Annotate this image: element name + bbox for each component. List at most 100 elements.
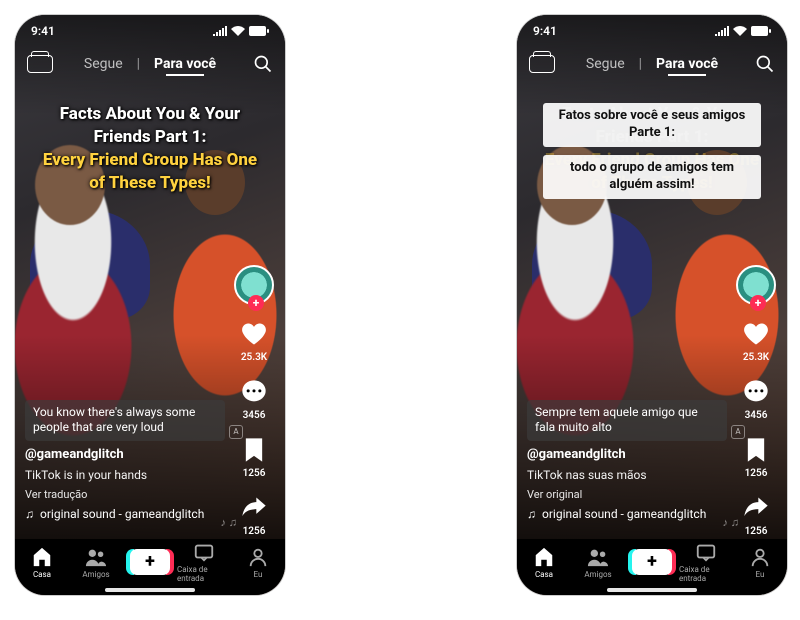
nav-profile[interactable]: Eu <box>231 539 285 585</box>
signal-icon <box>213 26 227 36</box>
like-button[interactable]: 25.3K <box>741 319 771 363</box>
share-count: 1256 <box>745 526 768 537</box>
nav-home[interactable]: Casa <box>15 539 69 585</box>
comment-icon <box>239 377 269 407</box>
video-subtitle: You know there's always some people that… <box>25 400 225 441</box>
bottom-nav: Casa Amigos + Caixa de entrada Eu <box>517 539 787 595</box>
status-bar: 9:41 <box>517 21 787 41</box>
nav-friends[interactable]: Amigos <box>69 539 123 585</box>
plus-icon: + <box>130 549 170 575</box>
caption-block: Sempre tem aquele amigo que fala muito a… <box>527 400 727 521</box>
comment-button[interactable]: 3456 <box>741 377 771 421</box>
share-button[interactable]: 1256 <box>239 493 269 537</box>
nav-create[interactable]: + <box>123 539 177 585</box>
battery-icon <box>751 26 771 36</box>
wifi-icon <box>231 26 245 36</box>
profile-icon <box>749 546 771 568</box>
home-icon <box>533 546 555 568</box>
sound-link[interactable]: ♫ original sound - gameandglitch <box>527 507 727 521</box>
home-indicator <box>607 588 697 592</box>
profile-icon <box>247 546 269 568</box>
video-description: TikTok is in your hands <box>25 468 225 482</box>
caption-toggle-icon[interactable]: A <box>229 425 243 439</box>
video-overlay-text: Facts About You & Your Friends Part 1: E… <box>15 103 285 195</box>
nav-profile[interactable]: Eu <box>733 539 787 585</box>
overlay-line2: Every Friend Group Has One of These Type… <box>33 149 267 195</box>
comment-icon <box>741 377 771 407</box>
video-description: TikTok nas suas mãos <box>527 468 727 482</box>
tab-for-you[interactable]: Para você <box>656 56 718 72</box>
share-count: 1256 <box>243 526 266 537</box>
translated-caption-2: todo o grupo de amigos tem alguém assim! <box>543 155 761 199</box>
tab-for-you[interactable]: Para você <box>154 56 216 72</box>
search-icon[interactable] <box>253 54 273 74</box>
like-count: 25.3K <box>241 352 267 363</box>
status-time: 9:41 <box>533 24 557 38</box>
save-count: 1256 <box>745 468 768 479</box>
author-handle[interactable]: @gameandglitch <box>527 447 727 462</box>
comment-count: 3456 <box>745 410 768 421</box>
comment-count: 3456 <box>243 410 266 421</box>
signal-icon <box>715 26 729 36</box>
share-icon <box>741 493 771 523</box>
overlay-line1: Facts About You & Your Friends Part 1: <box>33 103 267 149</box>
nav-friends[interactable]: Amigos <box>571 539 625 585</box>
comment-button[interactable]: 3456 <box>239 377 269 421</box>
bottom-nav: Casa Amigos + Caixa de entrada Eu <box>15 539 285 595</box>
status-icons <box>715 26 771 36</box>
tab-separator: | <box>137 56 140 72</box>
battery-icon <box>249 26 269 36</box>
phone-mockup-translated: 9:41 Segue | Para você Facts About You &… <box>517 15 787 595</box>
status-time: 9:41 <box>31 24 55 38</box>
status-icons <box>213 26 269 36</box>
sound-name: original sound - gameandglitch <box>40 507 204 521</box>
share-icon <box>239 493 269 523</box>
home-indicator <box>105 588 195 592</box>
author-avatar[interactable] <box>736 265 776 305</box>
nav-home[interactable]: Casa <box>517 539 571 585</box>
video-subtitle: Sempre tem aquele amigo que fala muito a… <box>527 400 727 441</box>
nav-inbox[interactable]: Caixa de entrada <box>177 539 231 585</box>
like-count: 25.3K <box>743 352 769 363</box>
friends-icon <box>587 546 609 568</box>
nav-create[interactable]: + <box>625 539 679 585</box>
search-icon[interactable] <box>755 54 775 74</box>
caption-toggle-icon[interactable]: A <box>731 425 745 439</box>
bookmark-icon <box>239 435 269 465</box>
inbox-icon <box>695 541 717 563</box>
home-icon <box>31 546 53 568</box>
music-note-icon: ♫ <box>527 507 536 521</box>
top-nav: Segue | Para você <box>517 49 787 79</box>
sound-name: original sound - gameandglitch <box>542 507 706 521</box>
translated-overlay: Fatos sobre você e seus amigos Parte 1: … <box>517 103 787 199</box>
translate-link[interactable]: Ver original <box>527 488 727 501</box>
translate-link[interactable]: Ver tradução <box>25 488 225 501</box>
tab-separator: | <box>639 56 642 72</box>
tab-following[interactable]: Segue <box>84 56 123 72</box>
plus-icon: + <box>632 549 672 575</box>
translated-caption-1: Fatos sobre você e seus amigos Parte 1: <box>543 103 761 147</box>
heart-icon <box>239 319 269 349</box>
status-bar: 9:41 <box>15 21 285 41</box>
live-icon[interactable] <box>27 55 53 73</box>
save-button[interactable]: 1256 <box>741 435 771 479</box>
friends-icon <box>85 546 107 568</box>
inbox-icon <box>193 541 215 563</box>
save-count: 1256 <box>243 468 266 479</box>
share-button[interactable]: 1256 <box>741 493 771 537</box>
tab-following[interactable]: Segue <box>586 56 625 72</box>
music-note-icon: ♫ <box>25 507 34 521</box>
author-handle[interactable]: @gameandglitch <box>25 447 225 462</box>
save-button[interactable]: 1256 <box>239 435 269 479</box>
phone-mockup-original: 9:41 Segue | Para você Facts About You &… <box>15 15 285 595</box>
heart-icon <box>741 319 771 349</box>
author-avatar[interactable] <box>234 265 274 305</box>
wifi-icon <box>733 26 747 36</box>
nav-inbox[interactable]: Caixa de entrada <box>679 539 733 585</box>
bookmark-icon <box>741 435 771 465</box>
like-button[interactable]: 25.3K <box>239 319 269 363</box>
live-icon[interactable] <box>529 55 555 73</box>
caption-block: You know there's always some people that… <box>25 400 225 521</box>
sound-link[interactable]: ♫ original sound - gameandglitch <box>25 507 225 521</box>
top-nav: Segue | Para você <box>15 49 285 79</box>
